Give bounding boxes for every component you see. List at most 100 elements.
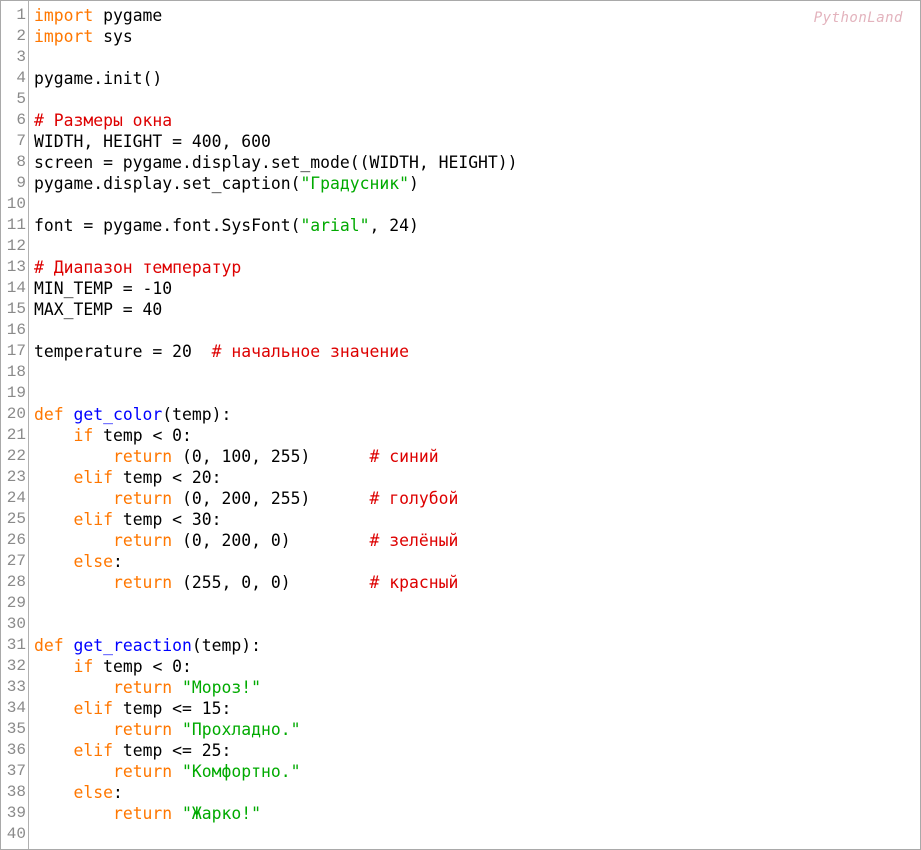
code-line[interactable]: 20 def get_color(temp):: [1, 404, 920, 425]
line-text[interactable]: screen = pygame.display.set_mode((WIDTH,…: [34, 152, 518, 173]
code-line[interactable]: 7 WIDTH, HEIGHT = 400, 600: [1, 131, 920, 152]
code-line[interactable]: 29: [1, 593, 920, 614]
keyword-token: if: [73, 657, 94, 676]
line-text[interactable]: elif temp < 20:: [34, 467, 222, 488]
code-line[interactable]: 15 MAX_TEMP = 40: [1, 299, 920, 320]
line-text[interactable]: def get_reaction(temp):: [34, 635, 261, 656]
keyword-token: return: [112, 804, 173, 823]
code-line[interactable]: 35 return "Прохладно.": [1, 719, 920, 740]
line-text[interactable]: return "Прохладно.": [34, 719, 301, 740]
line-text[interactable]: import pygame: [34, 5, 162, 26]
keyword-token: else: [73, 783, 113, 802]
keyword-token: def: [34, 405, 64, 424]
line-text[interactable]: font = pygame.font.SysFont("arial", 24): [34, 215, 419, 236]
line-text[interactable]: MAX_TEMP = 40: [34, 299, 162, 320]
code-area[interactable]: 1 import pygame 2 import sys 3 4 pygame.init()…: [1, 5, 920, 845]
keyword-token: if: [73, 426, 94, 445]
line-text[interactable]: pygame.display.set_caption("Градусник"): [34, 173, 419, 194]
code-line[interactable]: 12: [1, 236, 920, 257]
line-text[interactable]: return (0, 100, 255) # синий: [34, 446, 439, 467]
code-line[interactable]: 6 # Размеры окна: [1, 110, 920, 131]
line-text[interactable]: MIN_TEMP = -10: [34, 278, 172, 299]
line-text[interactable]: return (0, 200, 0) # зелёный: [34, 530, 458, 551]
code-line[interactable]: 32 if temp < 0:: [1, 656, 920, 677]
code-line[interactable]: 30: [1, 614, 920, 635]
code-line[interactable]: 18: [1, 362, 920, 383]
code-line[interactable]: 28 return (255, 0, 0) # красный: [1, 572, 920, 593]
line-text[interactable]: if temp < 0:: [34, 656, 191, 677]
line-text[interactable]: import sys: [34, 26, 133, 47]
line-text[interactable]: elif temp <= 15:: [34, 698, 231, 719]
keyword-token: elif: [73, 741, 113, 760]
code-line[interactable]: 31 def get_reaction(temp):: [1, 635, 920, 656]
line-number: 31: [6, 636, 26, 654]
line-number: 17: [6, 342, 26, 360]
code-token: (0, 200, 255): [172, 489, 370, 508]
line-text[interactable]: WIDTH, HEIGHT = 400, 600: [34, 131, 271, 152]
line-text[interactable]: return "Мороз!": [34, 677, 261, 698]
line-number: 35: [6, 720, 26, 738]
line-text[interactable]: # Диапазон температур: [34, 257, 241, 278]
code-token: MIN_TEMP = -10: [34, 279, 173, 298]
code-line[interactable]: 27 else:: [1, 551, 920, 572]
line-text[interactable]: else:: [34, 551, 122, 572]
code-line[interactable]: 11 font = pygame.font.SysFont("arial", 24…: [1, 215, 920, 236]
keyword-token: elif: [73, 510, 113, 529]
code-line[interactable]: 17 temperature = 20 # начальное значение: [1, 341, 920, 362]
code-line[interactable]: 40: [1, 824, 920, 845]
code-line[interactable]: 2 import sys: [1, 26, 920, 47]
code-line[interactable]: 16: [1, 320, 920, 341]
code-line[interactable]: 22 return (0, 100, 255) # синий: [1, 446, 920, 467]
code-token: temp < 20:: [112, 468, 222, 487]
code-editor[interactable]: PythonLand 1 import pygame 2 import sys 3 4 py…: [0, 0, 921, 850]
code-line[interactable]: 3: [1, 47, 920, 68]
code-line[interactable]: 39 return "Жарко!": [1, 803, 920, 824]
line-text[interactable]: pygame.init(): [34, 68, 162, 89]
code-line[interactable]: 13 # Диапазон температур: [1, 257, 920, 278]
code-line[interactable]: 10: [1, 194, 920, 215]
keyword-token: return: [112, 447, 173, 466]
code-line[interactable]: 36 elif temp <= 25:: [1, 740, 920, 761]
code-line[interactable]: 21 if temp < 0:: [1, 425, 920, 446]
line-number: 21: [6, 426, 26, 444]
line-text[interactable]: def get_color(temp):: [34, 404, 231, 425]
line-number: 7: [16, 132, 26, 150]
code-line[interactable]: 9 pygame.display.set_caption("Градусник"): [1, 173, 920, 194]
code-line[interactable]: 26 return (0, 200, 0) # зелёный: [1, 530, 920, 551]
line-text[interactable]: temperature = 20 # начальное значение: [34, 341, 409, 362]
code-line[interactable]: 33 return "Мороз!": [1, 677, 920, 698]
line-number: 36: [6, 741, 26, 759]
line-text[interactable]: elif temp <= 25:: [34, 740, 231, 761]
line-text[interactable]: # Размеры окна: [34, 110, 172, 131]
line-text[interactable]: elif temp < 30:: [34, 509, 221, 530]
function-name-token: get_reaction: [73, 636, 192, 655]
code-line[interactable]: 25 elif temp < 30:: [1, 509, 920, 530]
code-line[interactable]: 24 return (0, 200, 255) # голубой: [1, 488, 920, 509]
code-line[interactable]: 14 MIN_TEMP = -10: [1, 278, 920, 299]
line-text[interactable]: return (255, 0, 0) # красный: [34, 572, 458, 593]
code-line[interactable]: 34 elif temp <= 15:: [1, 698, 920, 719]
code-line[interactable]: 4 pygame.init(): [1, 68, 920, 89]
line-text[interactable]: if temp < 0:: [34, 425, 191, 446]
code-token: screen = pygame.display.set_mode((WIDTH,…: [34, 153, 518, 172]
line-text[interactable]: return "Комфортно.": [34, 761, 301, 782]
code-line[interactable]: 23 elif temp < 20:: [1, 467, 920, 488]
code-line[interactable]: 37 return "Комфортно.": [1, 761, 920, 782]
code-line[interactable]: 38 else:: [1, 782, 920, 803]
code-line[interactable]: 5: [1, 89, 920, 110]
line-number: 24: [6, 489, 26, 507]
line-text[interactable]: return "Жарко!": [34, 803, 261, 824]
line-text[interactable]: else:: [34, 782, 122, 803]
line-text[interactable]: return (0, 200, 255) # голубой: [34, 488, 458, 509]
code-line[interactable]: 1 import pygame: [1, 5, 920, 26]
code-line[interactable]: 8 screen = pygame.display.set_mode((WIDTH…: [1, 152, 920, 173]
code-line[interactable]: 19: [1, 383, 920, 404]
comment-token: # красный: [369, 573, 459, 592]
